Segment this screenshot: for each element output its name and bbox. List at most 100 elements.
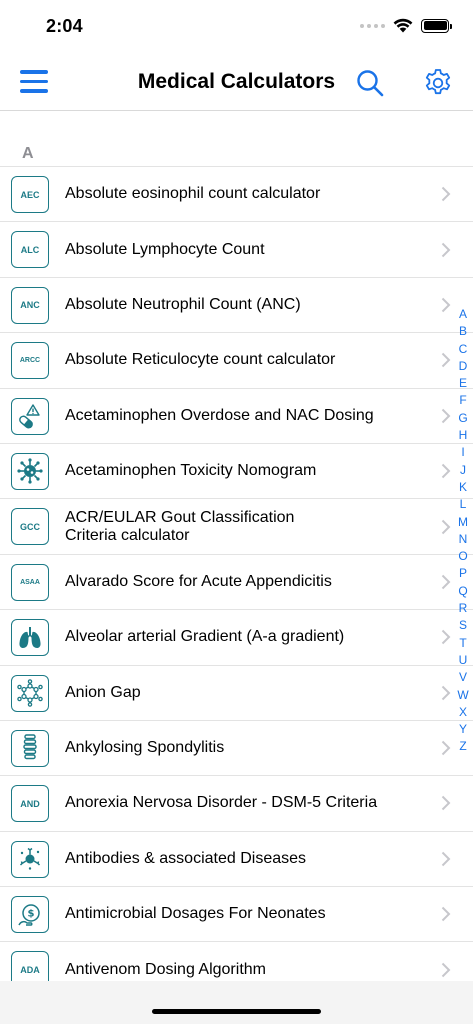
- status-bar: 2:04: [0, 0, 473, 54]
- aec-badge-icon: AEC: [11, 176, 49, 213]
- list-item-ankylosing-spondylitis[interactable]: Ankylosing Spondylitis: [0, 721, 473, 777]
- chevron-right-icon: [441, 297, 451, 313]
- virus-icon: [11, 452, 49, 490]
- index-letter-r[interactable]: R: [459, 600, 468, 617]
- index-letter-e[interactable]: E: [459, 375, 467, 392]
- list-item-absolute-reticulocyte-count[interactable]: ARCC Absolute Reticulocyte count calcula…: [0, 333, 473, 389]
- settings-button[interactable]: [422, 67, 454, 99]
- page-title: Medical Calculators: [137, 70, 336, 93]
- list-item-label: Antimicrobial Dosages For Neonates: [65, 905, 326, 923]
- chevron-right-icon: [441, 907, 451, 922]
- chevron-right-icon: [441, 962, 451, 977]
- chevron-right-icon: [441, 519, 451, 534]
- index-letter-h[interactable]: H: [459, 427, 468, 444]
- list-item-acetaminophen-toxicity[interactable]: Acetaminophen Toxicity Nomogram: [0, 444, 473, 500]
- list-item-antimicrobial-dosages[interactable]: $ Antimicrobial Dosages For Neonates: [0, 887, 473, 943]
- cellular-signal-icon: [360, 23, 385, 28]
- list-item-acr-eular-gout[interactable]: GCC ACR/EULAR Gout Classification Criter…: [0, 499, 473, 555]
- chevron-right-icon: [441, 630, 451, 645]
- list-item-label: Absolute Neutrophil Count (ANC): [65, 295, 301, 313]
- search-icon: [357, 70, 384, 97]
- svg-text:$: $: [28, 908, 35, 919]
- index-letter-d[interactable]: D: [459, 358, 468, 375]
- index-letter-v[interactable]: V: [459, 669, 467, 686]
- chevron-right-icon: [441, 685, 451, 700]
- status-time: 2:04: [46, 16, 83, 36]
- list-item-absolute-lymphocyte-count[interactable]: ALC Absolute Lymphocyte Count: [0, 222, 473, 278]
- index-letter-x[interactable]: X: [459, 704, 467, 721]
- list-item-alveolar-arterial-gradient[interactable]: Alveolar arterial Gradient (A-a gradient…: [0, 610, 473, 666]
- chevron-right-icon: [441, 740, 451, 756]
- index-letter-j[interactable]: J: [460, 462, 466, 479]
- index-letter-z[interactable]: Z: [459, 738, 466, 755]
- asaa-badge-icon: ASAA: [11, 563, 49, 601]
- list-item-alvarado-score[interactable]: ASAA Alvarado Score for Acute Appendicit…: [0, 555, 473, 611]
- bottom-safe-area: [0, 981, 473, 1024]
- list-item-label: Antibodies & associated Diseases: [65, 849, 307, 867]
- section-letter: A: [22, 145, 34, 162]
- index-letter-u[interactable]: U: [459, 652, 468, 669]
- status-icons: [360, 18, 452, 33]
- alc-badge-icon: ALC: [11, 231, 49, 269]
- dosage-icon: $: [11, 896, 49, 934]
- pill-warning-icon: [11, 397, 49, 435]
- list-item-label: Absolute eosinophil count calculator: [65, 185, 321, 203]
- anc-badge-icon: ANC: [11, 286, 49, 324]
- molecule-icon: [11, 674, 49, 712]
- list-item-label: Anion Gap: [65, 683, 141, 701]
- battery-icon: [421, 18, 452, 33]
- index-letter-k[interactable]: K: [459, 479, 467, 496]
- and-badge-icon: AND: [11, 785, 49, 823]
- index-letter-g[interactable]: G: [458, 410, 467, 427]
- list-item-absolute-eosinophil-count[interactable]: AEC Absolute eosinophil count calculator: [0, 167, 473, 223]
- calculator-list[interactable]: A AEC Absolute eosinophil count calculat…: [0, 111, 473, 981]
- lungs-icon: [11, 619, 49, 657]
- chevron-right-icon: [441, 796, 451, 811]
- wifi-icon: [393, 18, 413, 33]
- list-item-label: Acetaminophen Toxicity Nomogram: [65, 462, 317, 480]
- ada-badge-icon: ADA: [11, 951, 49, 981]
- index-letter-p[interactable]: P: [459, 565, 467, 582]
- list-item-antivenom-dosing[interactable]: ADA Antivenom Dosing Algorithm: [0, 942, 473, 981]
- section-header: A: [0, 111, 473, 167]
- index-letter-t[interactable]: T: [459, 635, 466, 652]
- list-item-label: Absolute Lymphocyte Count: [65, 240, 265, 258]
- home-indicator[interactable]: [152, 1009, 321, 1014]
- index-letter-n[interactable]: N: [459, 531, 468, 548]
- index-letter-c[interactable]: C: [459, 341, 468, 358]
- list-item-label: Acetaminophen Overdose and NAC Dosing: [65, 406, 374, 424]
- list-item-anorexia-nervosa[interactable]: AND Anorexia Nervosa Disorder - DSM-5 Cr…: [0, 776, 473, 832]
- navigation-bar: Medical Calculators: [0, 54, 473, 111]
- list-item-absolute-neutrophil-count[interactable]: ANC Absolute Neutrophil Count (ANC): [0, 278, 473, 334]
- index-letter-m[interactable]: M: [458, 514, 468, 531]
- index-letter-o[interactable]: O: [458, 548, 467, 565]
- arcc-badge-icon: ARCC: [11, 342, 49, 380]
- index-letter-q[interactable]: Q: [458, 583, 467, 600]
- index-letter-a[interactable]: A: [459, 306, 467, 323]
- list-item-label: ACR/EULAR Gout Classification Criteria c…: [65, 508, 295, 544]
- gcc-badge-icon: GCC: [11, 508, 49, 546]
- search-button[interactable]: [355, 68, 385, 98]
- list-item-label: Absolute Reticulocyte count calculator: [65, 351, 336, 369]
- index-letter-s[interactable]: S: [459, 617, 467, 634]
- list-item-antibodies-diseases[interactable]: Antibodies & associated Diseases: [0, 832, 473, 888]
- list-item-label: Anorexia Nervosa Disorder - DSM-5 Criter…: [65, 794, 378, 812]
- index-letter-i[interactable]: I: [461, 444, 464, 461]
- list-item-anion-gap[interactable]: Anion Gap: [0, 666, 473, 721]
- list-item-label: Ankylosing Spondylitis: [65, 739, 225, 757]
- chevron-right-icon: [441, 851, 451, 867]
- index-letter-b[interactable]: B: [459, 323, 467, 340]
- chevron-right-icon: [441, 353, 451, 368]
- chevron-right-icon: [441, 574, 451, 590]
- index-letter-f[interactable]: F: [459, 392, 466, 409]
- list-item-label: Alvarado Score for Acute Appendicitis: [65, 572, 332, 590]
- antibody-icon: [11, 840, 49, 878]
- chevron-right-icon: [441, 463, 451, 479]
- index-letter-l[interactable]: L: [460, 496, 467, 513]
- index-letter-w[interactable]: W: [457, 687, 468, 704]
- index-letter-y[interactable]: Y: [459, 721, 467, 738]
- alphabet-index[interactable]: A B C D E F G H I J K L M N O P Q R S T …: [455, 306, 471, 756]
- list-item-label: Antivenom Dosing Algorithm: [65, 960, 266, 978]
- list-item-acetaminophen-overdose[interactable]: Acetaminophen Overdose and NAC Dosing: [0, 389, 473, 444]
- chevron-right-icon: [441, 186, 451, 202]
